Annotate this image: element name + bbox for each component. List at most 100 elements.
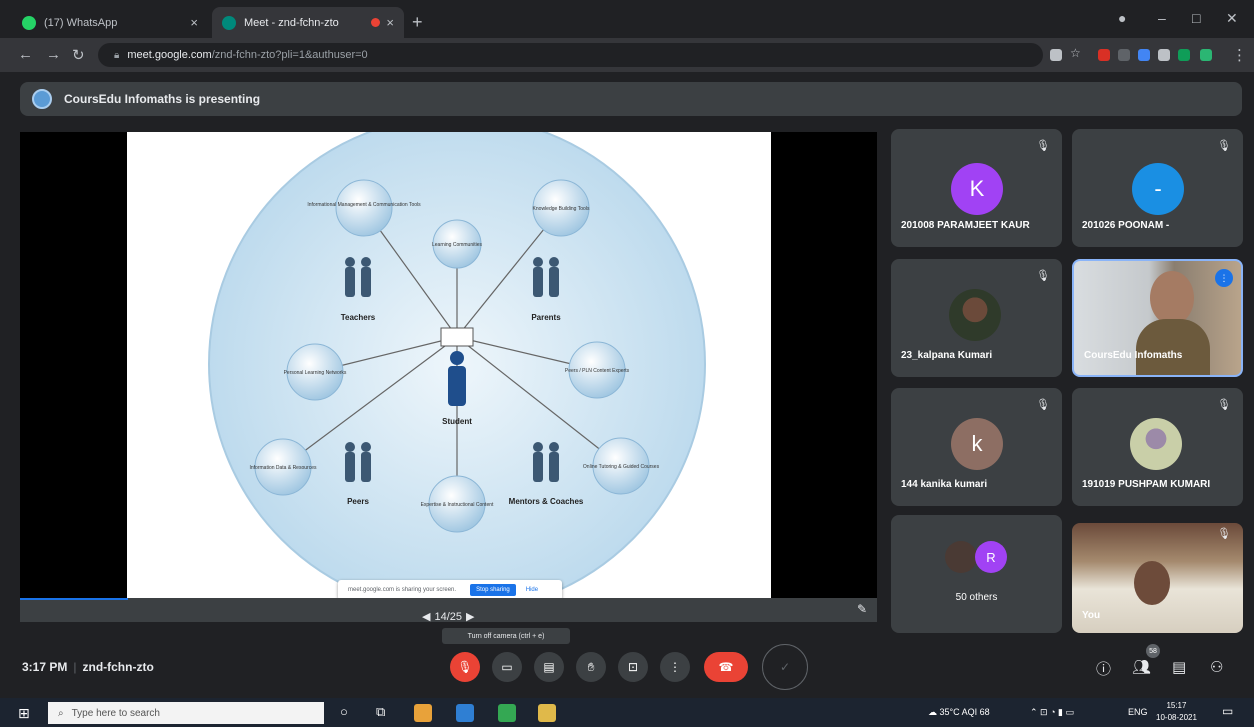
mic-off-icon: 🎙︎ [1217,528,1231,540]
meeting-info: 3:17 PM | znd-fchn-zto [22,660,154,674]
hide-button[interactable]: Hide [526,587,538,593]
taskbar-clock[interactable]: 15:17 10-08-2021 [1156,700,1197,724]
meet-icon [222,15,236,30]
node-label: Learning Communities [432,242,483,248]
presenting-text: CoursEdu Infomaths is presenting [64,92,261,106]
language-indicator[interactable]: ENG [1128,707,1148,717]
mic-toggle-button[interactable]: 🎙︎ [450,652,480,682]
more-menu-icon[interactable]: ⋮ [1232,46,1247,64]
taskbar-search[interactable]: ⌕ Type here to search [48,702,324,724]
notification-icon[interactable]: ▭ [1222,704,1233,718]
participant-name: 23_kalpana Kumari [901,350,993,361]
extension-icon[interactable] [1098,49,1110,61]
url-path: /znd-fchn-zto?pli=1&authuser=0 [211,49,368,61]
slide-diagram: Informational Management & Communication… [208,115,706,613]
avatar [949,289,1001,341]
expand-icon[interactable]: ✎ [857,602,867,616]
app-icon[interactable] [456,704,474,722]
url-field[interactable]: 🔒︎ meet.google.com /znd-fchn-zto?pli=1&a… [98,43,1043,67]
activities-icon[interactable]: ⚇ [1210,658,1223,676]
prev-slide-icon[interactable]: ◀ [422,610,430,623]
present-button[interactable]: ⊡ [618,652,648,682]
next-slide-icon[interactable]: ▶ [466,610,474,623]
others-count: 50 others [955,592,998,603]
chat-icon[interactable]: ▤ [1172,658,1186,676]
camera-indicator-icon[interactable] [1050,49,1062,61]
close-tab-icon[interactable]: × [190,15,198,30]
extension-icon[interactable] [1118,49,1130,61]
node-label: Online Tutoring & Guided Courses [583,464,660,470]
people-icon[interactable]: 👥︎ [1132,658,1151,676]
captions-button[interactable]: ▤ [534,652,564,682]
avatar-initial: - [1154,176,1162,201]
extra-control-button[interactable]: ✓ [762,644,808,690]
progress-fill [20,598,128,600]
participant-tile[interactable]: 🎙︎ K 201008 PARAMJEET KAUR [891,129,1062,247]
participant-name: You [1082,610,1101,621]
weather-status: ☁︎ 35°C AQI 68 [928,707,990,718]
back-icon[interactable]: ← [18,46,33,63]
self-video-tile[interactable]: 🎙︎ You [1072,523,1243,633]
star-icon[interactable]: ☆ [1070,46,1082,60]
stop-sharing-button[interactable]: Stop sharing [470,584,516,596]
avatar: - [1132,163,1184,215]
profile-avatar-icon[interactable] [1178,49,1190,61]
cloud-icon: ☁︎ [928,707,940,717]
clock-time: 15:17 [1166,701,1187,710]
participant-tile[interactable]: 🎙︎ k 144 kanika kumari [891,388,1062,506]
tab-title: Meet - znd-fchn-zto [244,16,339,29]
browser-tab-bar: (17) WhatsApp × Meet - znd-fchn-zto × + … [0,0,1254,38]
extension-icon[interactable] [1138,49,1150,61]
leave-call-button[interactable]: ☎︎ [704,652,748,682]
task-view-icon[interactable]: ⧉ [376,704,385,720]
info-icon[interactable]: ⓘ [1096,658,1111,679]
avatar: K [951,163,1003,215]
node-label: Information Data & Resources [250,465,317,471]
search-placeholder: Type here to search [71,707,160,719]
windows-start-icon[interactable]: ⊞ [18,705,30,722]
raise-hand-button[interactable]: ✋︎ [576,652,606,682]
close-tab-icon[interactable]: × [386,15,394,30]
participant-tile[interactable]: 🎙︎ - 201026 POONAM - [1072,129,1243,247]
people-count-badge: 58 [1146,644,1160,658]
tray-icons[interactable]: ⌃ ⊡ ◔ ▮ ▭ [1030,707,1074,718]
cortana-icon[interactable]: ○ [340,704,348,719]
others-tile[interactable]: R 50 others [891,515,1062,633]
participant-tile[interactable]: 🎙︎ 23_kalpana Kumari [891,259,1062,377]
slide-number: 14/25 [434,610,462,623]
presenter-video-tile[interactable]: ⋮ CoursEdu Infomaths [1072,259,1243,377]
app-icon[interactable] [498,704,516,722]
group-label: Parents [531,313,561,322]
participant-name: 144 kanika kumari [901,479,988,490]
node-label: Knowledge Building Tools [533,206,590,212]
extension-icon[interactable] [1200,49,1212,61]
presenter-face [1150,271,1194,325]
tab-whatsapp[interactable]: (17) WhatsApp × [12,7,208,38]
more-options-button[interactable]: ⋮ [660,652,690,682]
maximize-button[interactable]: □ [1192,10,1200,26]
reload-icon[interactable]: ↻ [72,46,85,64]
minimize-button[interactable]: – [1158,10,1166,26]
weather-text: 35°C AQI 68 [939,707,990,717]
avatar: R [975,541,1007,573]
lock-icon: 🔒︎ [114,49,120,61]
puzzle-icon[interactable] [1158,49,1170,61]
close-window-button[interactable]: ✕ [1226,10,1238,27]
new-tab-button[interactable]: + [412,12,423,33]
camera-tooltip: Turn off camera (ctrl + e) [442,628,570,644]
avatar-initial: R [986,549,996,565]
whatsapp-icon [22,15,36,30]
chrome-app-icon[interactable] [414,704,432,722]
profile-icon[interactable]: ● [1118,10,1126,26]
file-explorer-icon[interactable] [538,704,556,722]
share-notice-text: meet.google.com is sharing your screen. [348,587,457,593]
avatar [1130,418,1182,470]
tab-meet[interactable]: Meet - znd-fchn-zto × [212,7,404,38]
node-label: Informational Management & Communication… [307,202,421,208]
camera-toggle-button[interactable]: ▭ [492,652,522,682]
group-label: Peers [347,497,369,506]
participant-name: 191019 PUSHPAM KUMARI [1082,479,1211,490]
forward-icon[interactable]: → [46,46,61,63]
windows-taskbar: ⊞ ⌕ Type here to search ○ ⧉ ☁︎ 35°C AQI … [0,698,1254,727]
participant-tile[interactable]: 🎙︎ 191019 PUSHPAM KUMARI [1072,388,1243,506]
